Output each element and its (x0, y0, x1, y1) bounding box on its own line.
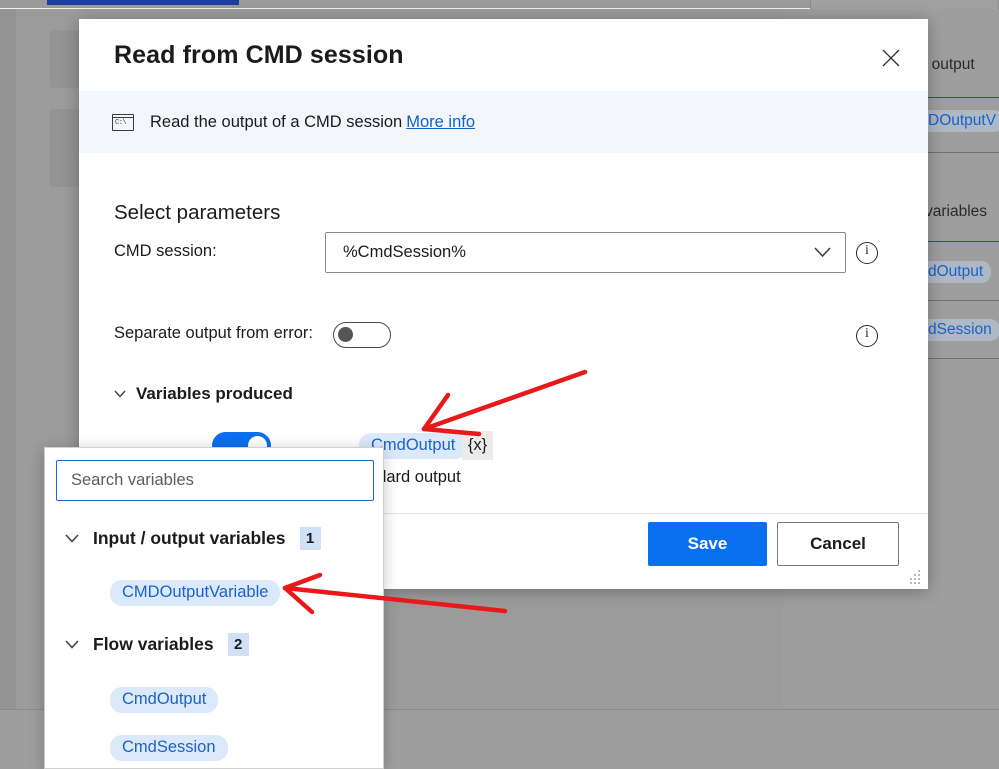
separate-output-info-icon[interactable] (856, 325, 878, 347)
variables-produced-section-header[interactable]: Variables produced (114, 384, 293, 404)
group-label: Input / output variables (93, 528, 286, 548)
background-active-tab-indicator (47, 0, 239, 5)
chevron-down-icon[interactable] (814, 247, 831, 258)
cmd-session-info-icon[interactable] (856, 242, 878, 264)
variables-picker-panel: Input / output variables 1 CMDOutputVari… (44, 447, 384, 769)
variable-item-cmdsession[interactable]: CmdSession (110, 735, 228, 761)
group-count-badge: 2 (227, 633, 249, 656)
group-header-input-output-variables[interactable]: Input / output variables 1 (65, 527, 321, 550)
background-left-rail (0, 9, 16, 709)
search-variables-field[interactable] (56, 460, 374, 501)
dialog-title: Read from CMD session (114, 41, 404, 69)
separate-output-label: Separate output from error: (114, 324, 314, 342)
background-variable-chip: dSession (920, 319, 999, 341)
cmd-session-combobox[interactable]: %CmdSession% (325, 232, 846, 273)
chevron-down-icon[interactable] (65, 640, 79, 649)
variable-picker-button[interactable]: {x} (462, 431, 493, 460)
group-header-flow-variables[interactable]: Flow variables 2 (65, 633, 249, 656)
search-input[interactable] (57, 461, 373, 500)
close-icon[interactable] (871, 39, 911, 77)
cmd-session-value: %CmdSession% (343, 243, 466, 261)
close-glyph (882, 49, 900, 67)
chevron-down-icon[interactable] (65, 534, 79, 543)
chevron-down-icon[interactable] (114, 390, 126, 398)
banner-description: Read the output of a CMD session (150, 112, 403, 131)
screen-root: ↗ C:\ / output DOutputV variables dOutpu… (0, 0, 999, 769)
select-parameters-heading: Select parameters (114, 201, 281, 224)
more-info-link[interactable]: More info (406, 113, 475, 132)
chevron-glyph (65, 534, 79, 543)
resize-grip-icon[interactable] (908, 570, 922, 584)
background-variable-chip: DOutputV (920, 110, 999, 132)
group-count-badge: 1 (299, 527, 321, 550)
chevron-glyph (114, 390, 126, 398)
variable-item-cmdoutputvariable[interactable]: CMDOutputVariable (110, 580, 281, 606)
group-label: Flow variables (93, 634, 214, 654)
variable-item-cmdoutput[interactable]: CmdOutput (110, 687, 219, 713)
cancel-button[interactable]: Cancel (777, 522, 899, 566)
background-variable-chip: dOutput (920, 261, 992, 283)
cmd-session-label: CMD session: (114, 242, 217, 260)
chevron-glyph (65, 640, 79, 649)
save-button[interactable]: Save (648, 522, 767, 566)
variables-produced-label: Variables produced (136, 384, 293, 403)
chevron-glyph (814, 247, 831, 258)
dialog-info-banner: C:\ Read the output of a CMD session Mor… (79, 91, 928, 153)
cmd-console-icon: C:\ (112, 113, 134, 131)
separate-output-toggle[interactable] (333, 322, 391, 348)
